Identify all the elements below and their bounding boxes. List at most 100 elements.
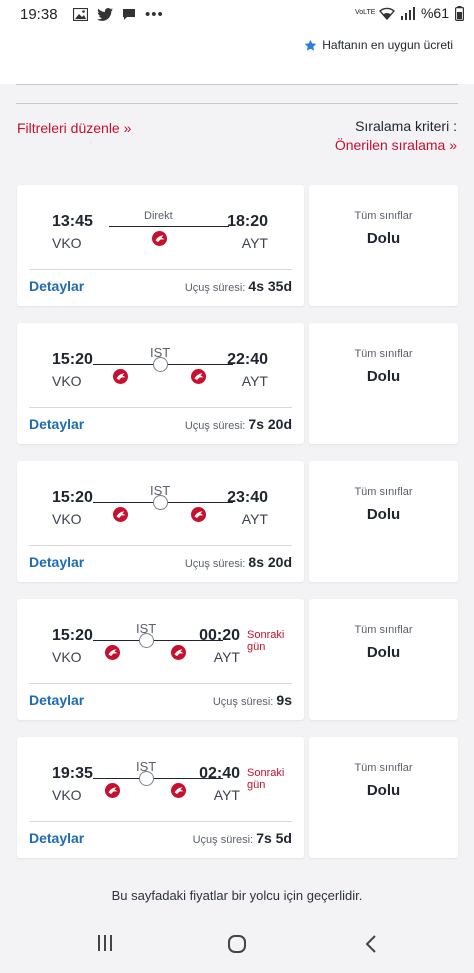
fare-card[interactable]: Tüm sınıflar Dolu	[309, 185, 458, 306]
flight-duration: Uçuş süresi: 4s 35d	[185, 278, 292, 294]
best-price-label: Haftanın en uygun ücreti	[322, 38, 453, 52]
flight-card[interactable]: 19:35 VKO 02:40 AYT Sonraki gün IST Detaylar U…	[17, 737, 304, 858]
departure-airport-code: VKO	[52, 649, 82, 665]
flight-duration: Uçuş süresi: 7s 20d	[185, 416, 292, 432]
details-link[interactable]: Detaylar	[29, 416, 84, 432]
battery-icon	[455, 5, 464, 21]
twitter-icon	[97, 8, 113, 21]
transfer-point-icon	[139, 771, 154, 786]
fare-class-label: Tüm sınıflar	[354, 348, 413, 360]
flight-duration: Uçuş süresi: 8s 20d	[185, 554, 292, 570]
duration-label: Uçuş süresi:	[192, 834, 254, 846]
flight-duration: Uçuş süresi: 7s 5d	[193, 830, 292, 846]
fare-status: Dolu	[366, 230, 401, 247]
turkish-airlines-logo-icon	[113, 369, 128, 384]
turkish-airlines-logo-icon	[191, 369, 206, 384]
divider	[29, 821, 292, 822]
turkish-airlines-logo-icon	[105, 783, 120, 798]
next-day-label: Sonraki gün	[247, 629, 285, 653]
turkish-airlines-logo-icon	[191, 507, 206, 522]
status-right-icons: VoLTE %61	[355, 5, 464, 21]
divider	[16, 103, 458, 104]
price-note: Bu sayfadaki fiyatlar bir yolcu için geç…	[111, 888, 363, 903]
divider	[29, 545, 292, 546]
duration-value: 9s	[276, 692, 292, 708]
signal-icon	[400, 6, 415, 20]
fare-card[interactable]: Tüm sınıflar Dolu	[309, 461, 458, 582]
header-panel: Haftanın en uygun ücreti	[0, 30, 474, 84]
chat-icon	[123, 9, 135, 20]
flight-results-page: Haftanın en uygun ücreti Filtreleri düze…	[0, 30, 474, 918]
divider	[29, 269, 292, 270]
wifi-icon	[378, 7, 395, 20]
divider	[29, 407, 292, 408]
details-link[interactable]: Detaylar	[29, 692, 84, 708]
fare-card[interactable]: Tüm sınıflar Dolu	[309, 737, 458, 858]
sort-criteria-dropdown[interactable]: Önerilen sıralama »	[335, 137, 457, 153]
fare-card[interactable]: Tüm sınıflar Dolu	[309, 599, 458, 720]
divider	[29, 683, 292, 684]
flight-card[interactable]: 15:20 VKO 23:40 AYT IST Detaylar Uçuş süresi:…	[17, 461, 304, 582]
details-link[interactable]: Detaylar	[29, 278, 84, 294]
route-line	[109, 226, 229, 227]
fare-card[interactable]: Tüm sınıflar Dolu	[309, 323, 458, 444]
details-link[interactable]: Detaylar	[29, 554, 84, 570]
transfer-point-icon	[153, 495, 168, 510]
status-time: 19:38	[20, 6, 58, 23]
next-day-label: Sonraki gün	[247, 767, 285, 791]
turkish-airlines-logo-icon	[113, 507, 128, 522]
edit-filters-link[interactable]: Filtreleri düzenle »	[17, 120, 131, 136]
arrival-airport-code: AYT	[213, 649, 240, 665]
route-line	[93, 640, 223, 641]
transfer-point-icon	[153, 357, 168, 372]
fare-status: Dolu	[366, 644, 401, 661]
departure-airport-code: VKO	[52, 787, 82, 803]
arrival-time: 00:20	[199, 627, 240, 644]
best-price-legend: Haftanın en uygun ücreti	[304, 38, 453, 52]
departure-time: 15:20	[52, 627, 93, 644]
fare-class-label: Tüm sınıflar	[354, 624, 413, 636]
departure-time: 19:35	[52, 765, 93, 782]
direct-label: Direkt	[144, 210, 173, 222]
status-notification-icons: •••	[73, 6, 164, 23]
flight-card[interactable]: 15:20 VKO 22:40 AYT IST Detaylar Uçuş süresi:…	[17, 323, 304, 444]
fare-class-label: Tüm sınıflar	[354, 486, 413, 498]
turkish-airlines-logo-icon	[171, 783, 186, 798]
arrival-time: 18:20	[227, 213, 268, 230]
route-line	[93, 778, 223, 779]
sort-criteria-value: Önerilen sıralama »	[334, 137, 457, 153]
gallery-icon	[73, 8, 88, 21]
fare-class-label: Tüm sınıflar	[354, 210, 413, 222]
duration-value: 8s 20d	[248, 554, 292, 570]
divider	[16, 84, 458, 85]
star-icon	[305, 39, 317, 51]
arrival-time: 22:40	[227, 351, 268, 368]
turkish-airlines-logo-icon	[171, 645, 186, 660]
arrival-airport-code: AYT	[241, 235, 268, 251]
duration-label: Uçuş süresi:	[184, 420, 246, 432]
arrival-airport-code: AYT	[241, 511, 268, 527]
departure-airport-code: VKO	[52, 373, 82, 389]
duration-value: 7s 5d	[256, 830, 292, 846]
duration-label: Uçuş süresi:	[212, 696, 274, 708]
departure-time: 15:20	[52, 351, 93, 368]
home-icon[interactable]	[227, 934, 247, 954]
arrival-time: 02:40	[199, 765, 240, 782]
fare-status: Dolu	[366, 368, 401, 385]
system-navigation-bar	[0, 918, 474, 973]
turkish-airlines-logo-icon	[152, 231, 167, 246]
arrival-airport-code: AYT	[213, 787, 240, 803]
departure-airport-code: VKO	[52, 235, 82, 251]
duration-label: Uçuş süresi:	[184, 282, 246, 294]
departure-airport-code: VKO	[52, 511, 82, 527]
more-notifications-icon: •••	[145, 6, 164, 23]
flight-duration: Uçuş süresi: 9s	[213, 692, 292, 708]
flight-card[interactable]: 15:20 VKO 00:20 AYT Sonraki gün IST Detaylar U…	[17, 599, 304, 720]
fare-status: Dolu	[366, 506, 401, 523]
volte-icon: VoLTE	[354, 9, 376, 16]
flight-card[interactable]: 13:45 VKO 18:20 AYT Direkt Detaylar Uçuş süre…	[17, 185, 304, 306]
back-icon[interactable]	[364, 934, 378, 954]
recent-apps-icon[interactable]	[96, 934, 114, 952]
details-link[interactable]: Detaylar	[29, 830, 84, 846]
transfer-point-icon	[139, 633, 154, 648]
